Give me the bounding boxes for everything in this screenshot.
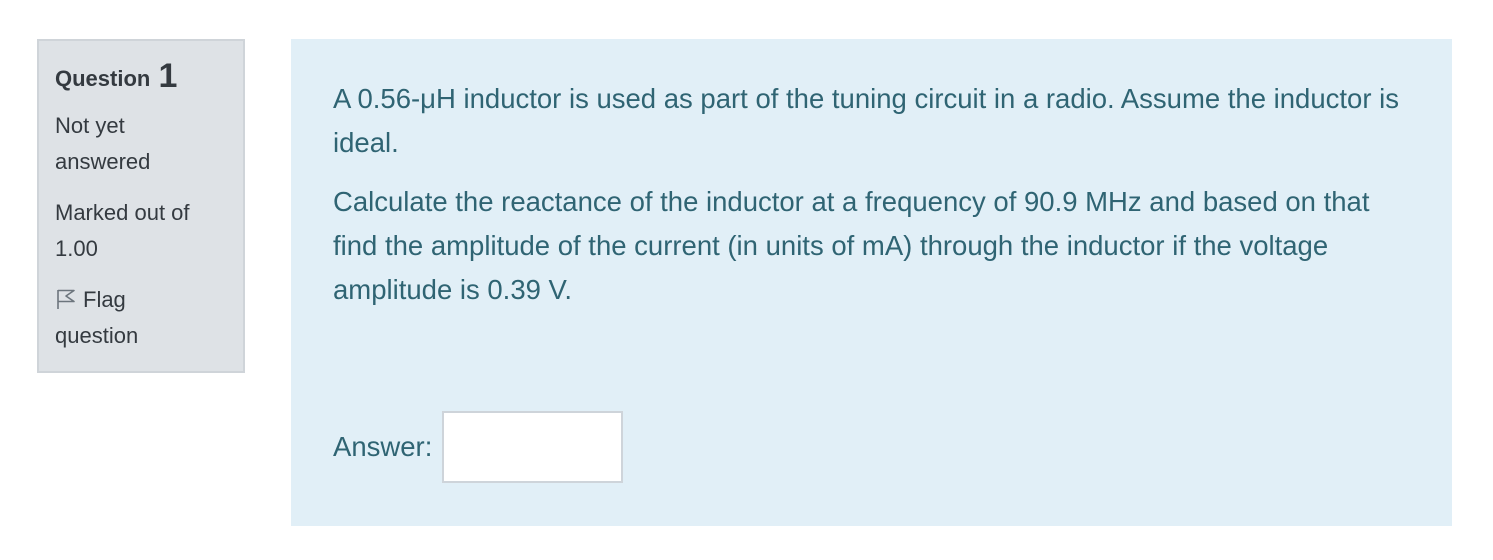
question-label: Question: [55, 66, 151, 91]
question-grade: Marked out of 1.00: [55, 200, 190, 261]
question-text: A 0.56-μH inductor is used as part of th…: [333, 77, 1412, 312]
flag-icon: [57, 289, 75, 309]
question-content: A 0.56-μH inductor is used as part of th…: [291, 39, 1452, 526]
flag-question-link[interactable]: Flag question: [55, 282, 175, 354]
question-state: Not yet answered: [55, 113, 151, 174]
question-paragraph-2: Calculate the reactance of the inductor …: [333, 186, 1370, 305]
question-number: 1: [158, 57, 178, 95]
question-info-panel: Question 1 Not yet answered Marked out o…: [37, 39, 245, 373]
question-number-heading: Question 1: [55, 59, 227, 94]
answer-input[interactable]: [442, 411, 624, 483]
answer-row: Answer:: [333, 411, 624, 483]
question-paragraph-1: A 0.56-μH inductor is used as part of th…: [333, 83, 1399, 158]
answer-label: Answer:: [333, 431, 433, 462]
